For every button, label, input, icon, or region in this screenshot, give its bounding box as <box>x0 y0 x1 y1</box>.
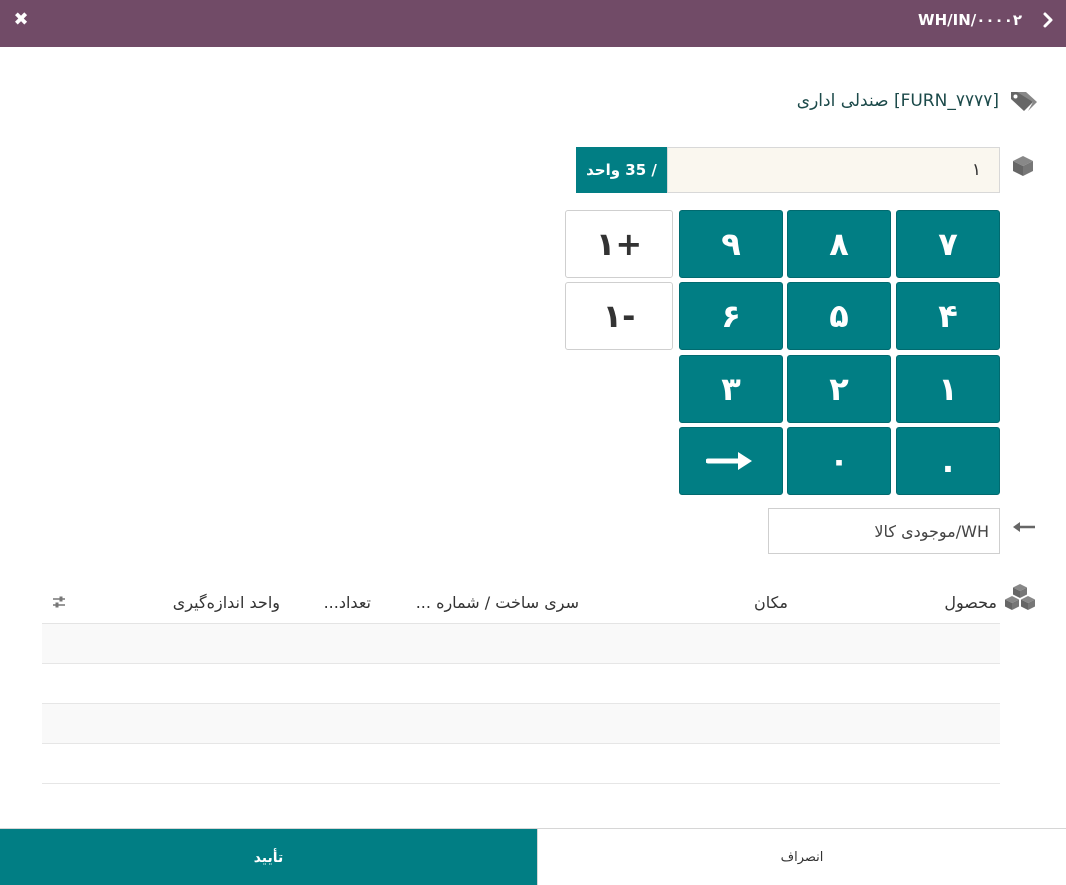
cube-icon <box>1013 156 1033 176</box>
table-row <box>42 624 1000 664</box>
key-6[interactable]: ۶ <box>679 282 783 350</box>
arrow-left-icon <box>1013 522 1035 532</box>
minus-one-button[interactable]: ۱- <box>565 282 673 350</box>
key-enter[interactable] <box>679 427 783 495</box>
key-9[interactable]: ۹ <box>679 210 783 278</box>
key-4[interactable]: ۴ <box>896 282 1000 350</box>
key-5[interactable]: ۵ <box>787 282 891 350</box>
location-input[interactable] <box>768 508 1000 554</box>
chevron-right-icon[interactable] <box>1038 9 1058 31</box>
product-name: [FURN_۷۷۷۷] صندلی اداری <box>796 91 999 111</box>
close-icon[interactable]: ✖ <box>12 11 30 29</box>
key-1[interactable]: ۱ <box>896 355 1000 423</box>
column-lot[interactable]: سری ساخت / شماره ... <box>416 593 579 612</box>
key-decimal[interactable]: . <box>896 427 1000 495</box>
cubes-icon <box>1005 584 1035 610</box>
sliders-icon[interactable] <box>52 595 66 609</box>
table-row <box>42 744 1000 784</box>
page-title: WH/IN/۰۰۰۰۲ <box>918 11 1022 29</box>
top-bar: ✖ WH/IN/۰۰۰۰۲ <box>0 0 1066 47</box>
key-2[interactable]: ۲ <box>787 355 891 423</box>
table-header: محصول مکان سری ساخت / شماره ... تعداد...… <box>42 583 1000 624</box>
key-7[interactable]: ۷ <box>896 210 1000 278</box>
confirm-button[interactable]: تأیید <box>0 829 537 885</box>
column-uom[interactable]: واحد اندازه‌گیری <box>173 593 280 612</box>
quantity-unit-label: / 35 واحد <box>576 147 667 193</box>
tag-icon <box>1011 92 1037 111</box>
plus-one-button[interactable]: ۱+ <box>565 210 673 278</box>
table-row <box>42 704 1000 744</box>
column-product[interactable]: محصول <box>944 593 997 612</box>
column-location[interactable]: مکان <box>754 593 788 612</box>
table-row <box>42 664 1000 704</box>
quantity-input[interactable] <box>667 147 1000 193</box>
footer: تأیید انصراف <box>0 828 1066 885</box>
key-8[interactable]: ۸ <box>787 210 891 278</box>
key-0[interactable]: ۰ <box>787 427 891 495</box>
column-quantity[interactable]: تعداد... <box>324 593 371 612</box>
key-3[interactable]: ۳ <box>679 355 783 423</box>
cancel-button[interactable]: انصراف <box>537 829 1066 885</box>
arrow-right-icon <box>706 452 752 470</box>
